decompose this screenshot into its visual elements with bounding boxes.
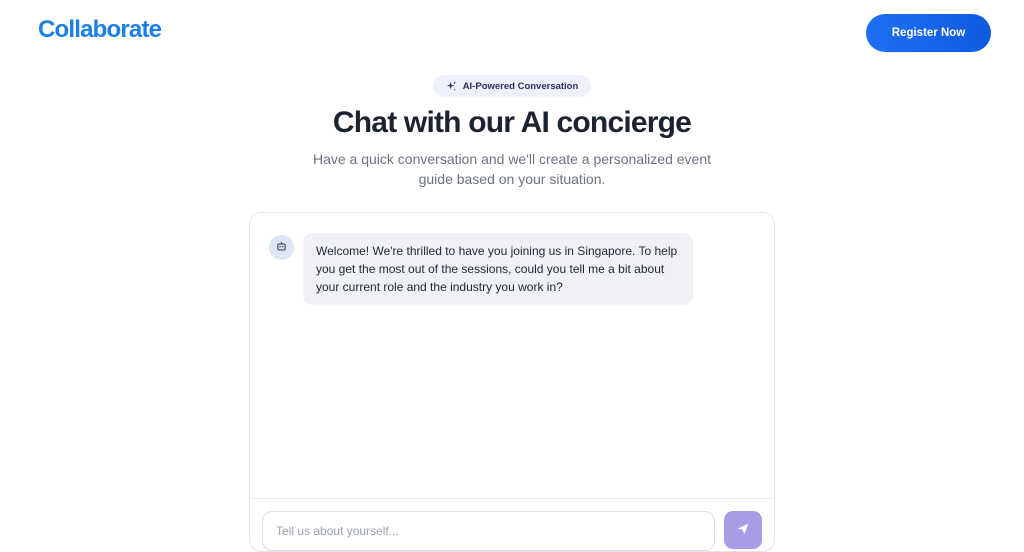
logo[interactable]: Collaborate xyxy=(38,16,162,44)
chat-panel: Welcome! We're thrilled to have you join… xyxy=(249,212,775,552)
robot-icon xyxy=(276,239,287,257)
site-header: Collaborate Register Now xyxy=(0,0,1024,64)
ai-badge: AI-Powered Conversation xyxy=(433,75,591,97)
sparkle-icon xyxy=(446,80,457,92)
ai-badge-label: AI-Powered Conversation xyxy=(462,80,579,92)
page-title: Chat with our AI concierge xyxy=(332,106,692,139)
bot-message: Welcome! We're thrilled to have you join… xyxy=(303,233,693,305)
send-icon xyxy=(736,522,750,539)
page-subtitle: Have a quick conversation and we'll crea… xyxy=(312,151,711,187)
chat-divider xyxy=(250,498,774,499)
chat-input[interactable] xyxy=(262,511,715,551)
send-button[interactable] xyxy=(724,511,762,549)
register-button[interactable]: Register Now xyxy=(866,14,991,52)
bot-avatar xyxy=(269,235,294,260)
